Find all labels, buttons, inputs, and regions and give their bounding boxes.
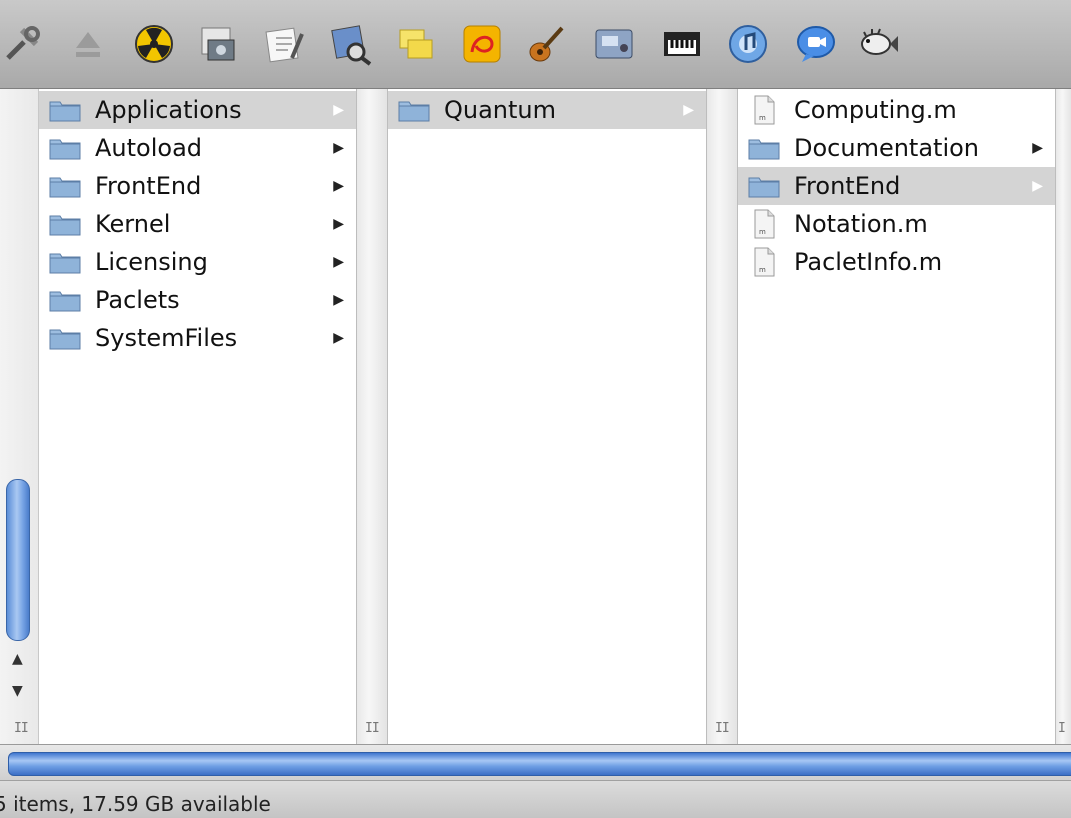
wolfram-icon[interactable] — [460, 22, 504, 66]
disclosure-arrow-icon: ▶ — [1032, 178, 1043, 194]
folder-icon — [49, 136, 81, 160]
item-label: FrontEnd — [95, 172, 202, 200]
item-label: Quantum — [444, 96, 557, 124]
list-item[interactable]: m PacletInfo.m — [738, 243, 1055, 281]
ichat-icon[interactable] — [794, 22, 838, 66]
list-item[interactable]: Applications ▶ — [39, 91, 356, 129]
list-item[interactable]: Kernel ▶ — [39, 205, 356, 243]
item-label: Kernel — [95, 210, 171, 238]
svg-text:m: m — [759, 266, 766, 274]
disclosure-arrow-icon: ▶ — [333, 140, 344, 156]
preview-icon[interactable] — [328, 22, 372, 66]
list-item[interactable]: FrontEnd ▶ — [738, 167, 1055, 205]
column-divider: II — [706, 89, 738, 744]
column-resize-grip[interactable]: II — [365, 721, 380, 736]
folder-icon — [49, 174, 81, 198]
folder-icon — [49, 98, 81, 122]
column-divider: II — [356, 89, 388, 744]
column-browser: ▲ ▼ II Applications ▶ Autoload ▶ FrontEnd ▶ Ke… — [0, 89, 1071, 744]
list-item[interactable]: Quantum ▶ — [388, 91, 706, 129]
status-text: 5 items, 17.59 GB available — [0, 792, 271, 816]
document-icon: m — [748, 246, 780, 278]
column-resize-grip[interactable]: II — [715, 721, 730, 736]
item-label: Notation.m — [794, 210, 928, 238]
disclosure-arrow-icon: ▶ — [333, 216, 344, 232]
horizontal-scroll-thumb[interactable] — [8, 752, 1071, 776]
folder-icon — [748, 136, 780, 160]
browser-column-2: Quantum ▶ — [388, 89, 706, 744]
folder-icon — [49, 212, 81, 236]
list-item[interactable]: Autoload ▶ — [39, 129, 356, 167]
burn-icon[interactable] — [132, 22, 176, 66]
folder-icon — [49, 326, 81, 350]
browser-column-1: Applications ▶ Autoload ▶ FrontEnd ▶ Kernel ▶ Li… — [39, 89, 356, 744]
item-label: Licensing — [95, 248, 208, 276]
disclosure-arrow-icon: ▶ — [333, 178, 344, 194]
list-item[interactable]: SystemFiles ▶ — [39, 319, 356, 357]
document-icon: m — [748, 208, 780, 240]
garageband-icon[interactable] — [524, 22, 568, 66]
audio-app-icon[interactable] — [592, 22, 636, 66]
list-item[interactable]: Licensing ▶ — [39, 243, 356, 281]
disclosure-arrow-icon: ▶ — [1032, 140, 1043, 156]
scroll-up-icon[interactable]: ▲ — [12, 651, 23, 667]
text-edit-icon[interactable] — [262, 22, 306, 66]
vertical-scrollbar[interactable]: ▲ ▼ II — [0, 89, 39, 744]
list-item[interactable]: Documentation ▶ — [738, 129, 1055, 167]
scroll-down-icon[interactable]: ▼ — [12, 683, 23, 699]
item-label: Paclets — [95, 286, 180, 314]
list-item[interactable]: Paclets ▶ — [39, 281, 356, 319]
finder-toolbar — [0, 0, 1071, 89]
disclosure-arrow-icon: ▶ — [333, 254, 344, 270]
column-divider: I — [1055, 89, 1071, 744]
itunes-icon[interactable] — [726, 22, 770, 66]
browser-column-3: m Computing.m Documentation ▶ FrontEnd ▶ m Nota… — [738, 89, 1055, 744]
item-label: PacletInfo.m — [794, 248, 943, 276]
column-resize-grip[interactable]: II — [14, 721, 29, 736]
keyboard-icon[interactable] — [660, 22, 704, 66]
status-bar: 5 items, 17.59 GB available — [0, 780, 1071, 818]
list-item[interactable]: FrontEnd ▶ — [39, 167, 356, 205]
photo-desktop-icon[interactable] — [196, 22, 240, 66]
eject-icon[interactable] — [66, 22, 110, 66]
horizontal-scrollbar[interactable] — [0, 744, 1071, 781]
list-item[interactable]: m Notation.m — [738, 205, 1055, 243]
stickies-icon[interactable] — [394, 22, 438, 66]
item-label: FrontEnd — [794, 172, 901, 200]
item-label: SystemFiles — [95, 324, 238, 352]
column-resize-grip[interactable]: I — [1058, 721, 1066, 736]
disclosure-arrow-icon: ▶ — [333, 102, 344, 118]
folder-icon — [49, 250, 81, 274]
folder-icon — [49, 288, 81, 312]
disclosure-arrow-icon: ▶ — [683, 102, 694, 118]
disclosure-arrow-icon: ▶ — [333, 292, 344, 308]
vertical-scroll-thumb[interactable] — [6, 479, 30, 641]
svg-text:m: m — [759, 114, 766, 122]
item-label: Autoload — [95, 134, 203, 162]
folder-icon — [748, 174, 780, 198]
item-label: Computing.m — [794, 96, 957, 124]
tools-icon[interactable] — [2, 22, 46, 66]
blowfish-icon[interactable] — [856, 22, 900, 66]
disclosure-arrow-icon: ▶ — [333, 330, 344, 346]
item-label: Documentation — [794, 134, 980, 162]
folder-icon — [398, 98, 430, 122]
item-label: Applications — [95, 96, 242, 124]
list-item[interactable]: m Computing.m — [738, 91, 1055, 129]
document-icon: m — [748, 94, 780, 126]
svg-text:m: m — [759, 228, 766, 236]
